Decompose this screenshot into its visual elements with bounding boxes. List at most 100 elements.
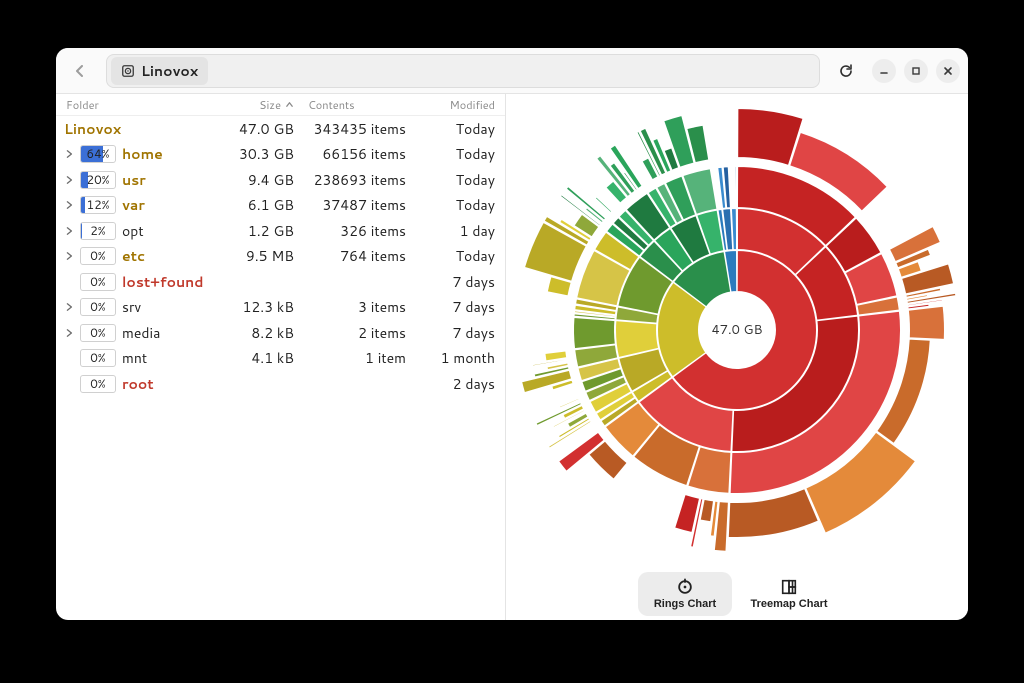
treemap-icon <box>780 578 798 596</box>
cell-modified: 1 day <box>406 221 499 241</box>
tree-row[interactable]: 20%usr 9.4 GB238693 itemsToday <box>56 167 505 193</box>
folder-tree: Folder Size Contents Modified Linovox 47… <box>56 94 506 620</box>
rings-icon <box>676 578 694 596</box>
minimize-icon <box>879 66 889 76</box>
expander-icon[interactable] <box>62 224 76 238</box>
expander-icon[interactable] <box>62 173 76 187</box>
cell-modified: 7 days <box>406 323 499 343</box>
pct-cell: 0% <box>80 247 116 265</box>
cell-contents: 37487 items <box>294 195 406 215</box>
tree-row[interactable]: 0%srv 12.3 kB3 items7 days <box>56 295 505 321</box>
tree-row[interactable]: 0%lost+found 7 days <box>56 269 505 295</box>
rescan-button[interactable] <box>830 55 862 87</box>
cell-modified: 1 month <box>406 348 499 368</box>
cell-size: 4.1 kB <box>222 348 294 368</box>
cell-contents: 66156 items <box>294 144 406 164</box>
sort-asc-icon <box>285 100 294 109</box>
close-icon <box>943 66 953 76</box>
tree-row[interactable]: 0%etc 9.5 MB764 itemsToday <box>56 244 505 270</box>
folder-name: srv <box>120 297 141 317</box>
tree-row[interactable]: 0%root 2 days <box>56 371 505 397</box>
tree-root-row[interactable]: Linovox 47.0 GB 343435 items Today <box>56 116 505 142</box>
folder-name: home <box>120 144 163 164</box>
expander-icon[interactable] <box>62 300 76 314</box>
tree-row[interactable]: 0%media 8.2 kB2 items7 days <box>56 320 505 346</box>
cell-size: 9.4 GB <box>222 170 294 190</box>
back-button[interactable] <box>64 55 96 87</box>
pct-cell: 12% <box>80 196 116 214</box>
folder-name: lost+found <box>120 272 203 292</box>
pct-cell: 0% <box>80 375 116 393</box>
cell-size: 30.3 GB <box>222 144 294 164</box>
cell-size: 6.1 GB <box>222 195 294 215</box>
cell-modified: 2 days <box>406 374 499 394</box>
tree-row[interactable]: 2%opt 1.2 GB326 items1 day <box>56 218 505 244</box>
pct-cell: 0% <box>80 349 116 367</box>
window-controls <box>872 59 960 83</box>
root-name: Linovox <box>62 119 121 139</box>
folder-name: root <box>120 374 154 394</box>
tree-row[interactable]: 12%var 6.1 GB37487 itemsToday <box>56 193 505 219</box>
cell-modified: Today <box>406 144 499 164</box>
root-size: 47.0 GB <box>222 119 294 139</box>
disk-icon <box>121 64 135 78</box>
tree-row[interactable]: 64%home 30.3 GB66156 itemsToday <box>56 142 505 168</box>
pct-cell: 64% <box>80 145 116 163</box>
cell-size: 9.5 MB <box>222 246 294 266</box>
cell-contents: 764 items <box>294 246 406 266</box>
folder-name: var <box>120 195 145 215</box>
column-headers: Folder Size Contents Modified <box>56 94 505 116</box>
header-bar: Linovox <box>56 48 968 94</box>
treemap-chart-button[interactable]: Treemap Chart <box>742 572 836 616</box>
cell-modified: Today <box>406 246 499 266</box>
location-segment[interactable]: Linovox <box>111 57 208 85</box>
maximize-icon <box>911 66 921 76</box>
pct-cell: 20% <box>80 171 116 189</box>
cell-contents: 326 items <box>294 221 406 241</box>
app-window: Linovox <box>56 48 968 620</box>
pct-cell: 0% <box>80 298 116 316</box>
tree-rows: Linovox 47.0 GB 343435 items Today 64%ho… <box>56 116 505 620</box>
folder-name: opt <box>120 221 144 241</box>
expander-icon[interactable] <box>62 249 76 263</box>
pct-cell: 0% <box>80 273 116 291</box>
expander-icon[interactable] <box>62 198 76 212</box>
chart-switcher: Rings Chart Treemap Chart <box>506 566 968 620</box>
location-bar[interactable]: Linovox <box>106 54 820 88</box>
cell-contents: 238693 items <box>294 170 406 190</box>
col-modified[interactable]: Modified <box>406 97 499 113</box>
cell-contents: 3 items <box>294 297 406 317</box>
folder-name: media <box>120 323 160 343</box>
pct-cell: 0% <box>80 324 116 342</box>
expander-icon[interactable] <box>62 147 76 161</box>
cell-size: 12.3 kB <box>222 297 294 317</box>
col-size[interactable]: Size <box>222 97 294 113</box>
rings-chart[interactable]: 47.0 GB <box>506 94 968 566</box>
location-label: Linovox <box>141 61 198 81</box>
cell-contents: 2 items <box>294 323 406 343</box>
refresh-icon <box>838 63 854 79</box>
cell-modified: 7 days <box>406 272 499 292</box>
maximize-button[interactable] <box>904 59 928 83</box>
cell-size: 1.2 GB <box>222 221 294 241</box>
root-contents: 343435 items <box>294 119 406 139</box>
folder-name: mnt <box>120 348 147 368</box>
pct-cell: 2% <box>80 222 116 240</box>
root-modified: Today <box>406 119 499 139</box>
cell-contents: 1 item <box>294 348 406 368</box>
folder-name: usr <box>120 170 146 190</box>
cell-size: 8.2 kB <box>222 323 294 343</box>
chevron-left-icon <box>72 63 88 79</box>
close-button[interactable] <box>936 59 960 83</box>
cell-modified: Today <box>406 195 499 215</box>
folder-name: etc <box>120 246 145 266</box>
rings-chart-button[interactable]: Rings Chart <box>638 572 732 616</box>
chart-panel: 47.0 GB Rings Chart <box>506 94 968 620</box>
expander-icon[interactable] <box>62 326 76 340</box>
cell-modified: 7 days <box>406 297 499 317</box>
col-contents[interactable]: Contents <box>294 97 406 113</box>
minimize-button[interactable] <box>872 59 896 83</box>
cell-modified: Today <box>406 170 499 190</box>
col-folder[interactable]: Folder <box>62 97 222 113</box>
tree-row[interactable]: 0%mnt 4.1 kB1 item1 month <box>56 346 505 372</box>
